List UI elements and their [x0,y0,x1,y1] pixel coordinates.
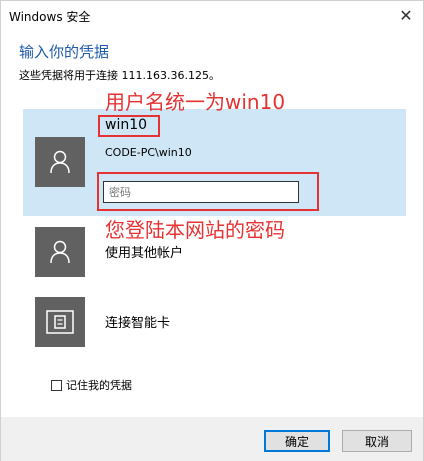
remember-credentials[interactable]: 记住我的凭据 [51,377,132,393]
user-icon [35,227,85,277]
close-icon: ✕ [399,5,413,25]
close-button[interactable]: ✕ [391,1,421,29]
remember-label: 记住我的凭据 [66,379,132,392]
cancel-button[interactable]: 取消 [342,430,412,452]
user-icon [35,137,85,187]
option-label-connect-smart-card: 连接智能卡 [105,316,171,331]
password-input[interactable] [103,181,299,203]
username-annotation: 用户名统一为win10 [105,90,286,114]
window-title: Windows 安全 [9,10,91,24]
dialog-heading: 输入你的凭据 [19,43,110,61]
title-bar: Windows 安全 ✕ [1,1,423,31]
credential-account: CODE-PC\win10 [105,146,192,159]
windows-security-dialog: Windows 安全 ✕ 输入你的凭据 这些凭据将用于连接 111.163.36… [0,0,424,461]
ok-button[interactable]: 确定 [264,430,330,452]
username-highlight-box [98,115,160,137]
remember-checkbox[interactable] [51,379,62,391]
option-label-use-other-account: 使用其他帐户 [105,246,184,261]
smartcard-icon [35,297,85,347]
dialog-subheading: 这些凭据将用于连接 111.163.36.125。 [19,69,220,82]
